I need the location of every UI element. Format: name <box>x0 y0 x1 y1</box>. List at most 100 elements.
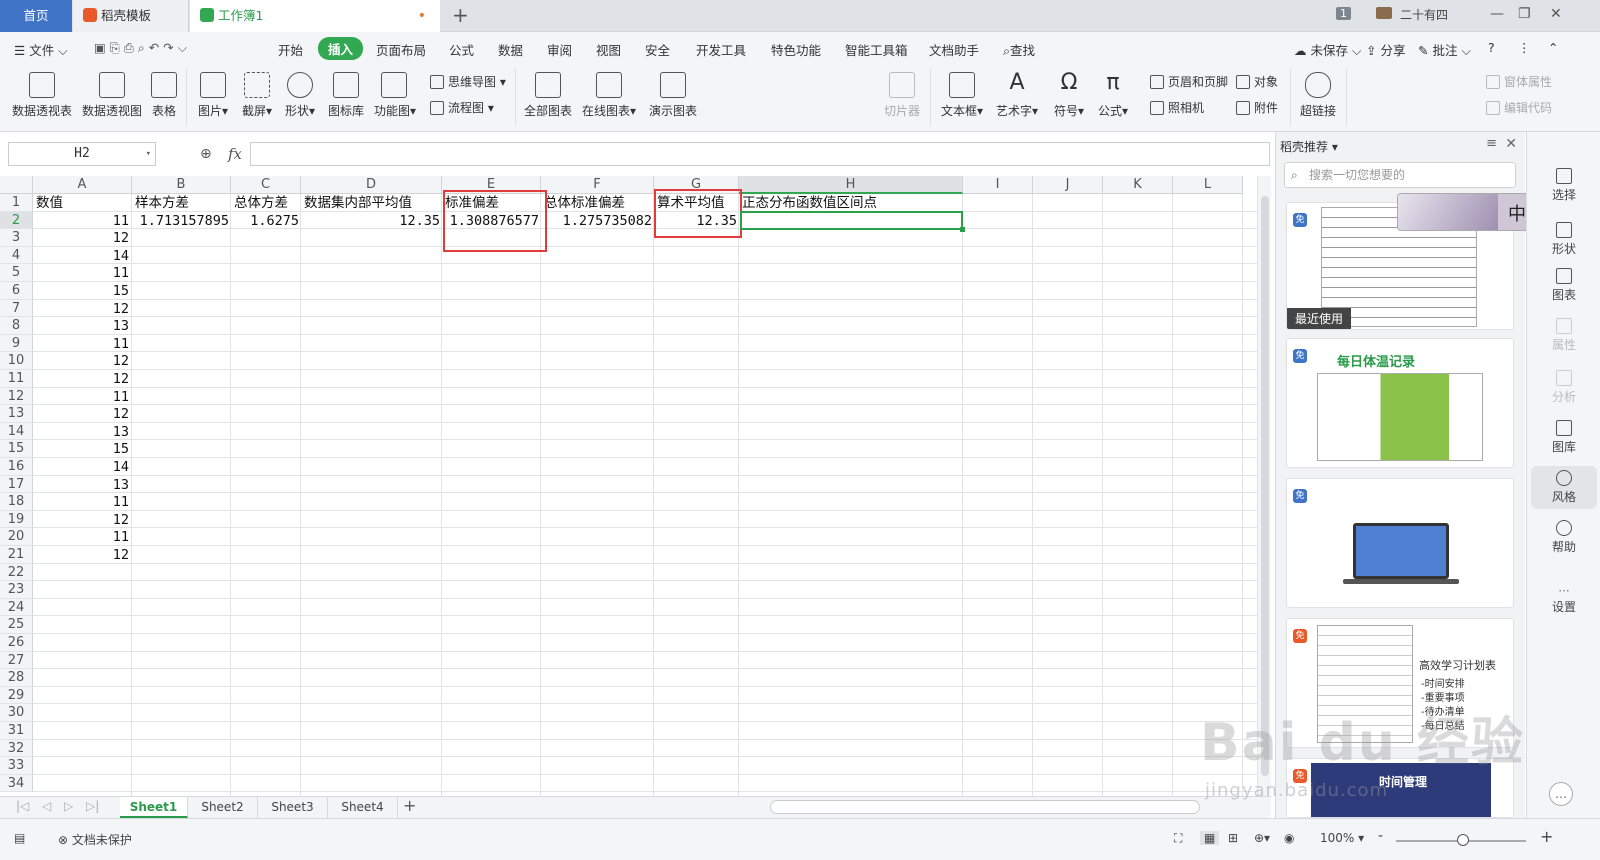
template-card-temperature[interactable]: 免 每日体温记录 <box>1286 338 1514 468</box>
menu-formula[interactable]: 公式 <box>449 40 474 59</box>
sidebar-item-settings[interactable]: ··· 设置 <box>1527 584 1600 615</box>
textbox-button[interactable]: 文本框▾ <box>940 72 984 119</box>
column-header-J[interactable]: J <box>1033 176 1103 194</box>
row-header-14[interactable]: 14 <box>0 422 33 441</box>
shape-button[interactable]: 形状▾ <box>283 72 317 119</box>
row-header-1[interactable]: 1 <box>0 194 33 212</box>
unsaved-button[interactable]: ☁ 未保存 ⌵ <box>1294 40 1361 59</box>
formula-input[interactable] <box>250 142 1270 166</box>
sidebar-item-chart[interactable]: 图表 <box>1527 268 1600 303</box>
more-icon[interactable]: ⋮ <box>1518 40 1531 55</box>
zoom-slider-knob[interactable] <box>1457 834 1469 846</box>
row-header-30[interactable]: 30 <box>0 704 33 722</box>
row-header-16[interactable]: 16 <box>0 458 33 476</box>
quick-access-icons[interactable]: ▣ ⎘ ⎙ ⌕ ↶ ↷ ⌵ <box>94 40 187 56</box>
cell-H1[interactable]: 正态分布函数值区间点 <box>740 194 877 212</box>
row-header-19[interactable]: 19 <box>0 510 33 529</box>
wordart-button[interactable]: A 艺术字▾ <box>996 72 1038 119</box>
row-header-33[interactable]: 33 <box>0 757 33 775</box>
row-header-3[interactable]: 3 <box>0 229 33 247</box>
sheet-tab-4[interactable]: Sheet4 <box>328 797 398 818</box>
row-header-12[interactable]: 12 <box>0 387 33 406</box>
cell-B2[interactable]: 1.713157895 <box>133 212 231 230</box>
cell-A11[interactable]: 12 <box>33 370 131 388</box>
column-header-K[interactable]: K <box>1103 176 1173 194</box>
scrollbar-thumb[interactable] <box>1261 196 1269 776</box>
next-sheet-icon[interactable]: ▷ <box>64 799 73 813</box>
cell-A18[interactable]: 11 <box>33 493 131 511</box>
row-header-29[interactable]: 29 <box>0 686 33 705</box>
row-header-4[interactable]: 4 <box>0 246 33 265</box>
column-header-H[interactable]: H <box>739 176 963 194</box>
row-header-25[interactable]: 25 <box>0 616 33 634</box>
sidebar-item-shape[interactable]: 形状 <box>1527 222 1600 257</box>
picture-button[interactable]: 图片▾ <box>196 72 230 119</box>
row-header-24[interactable]: 24 <box>0 598 33 617</box>
column-header-L[interactable]: L <box>1173 176 1243 194</box>
row-header-27[interactable]: 27 <box>0 651 33 670</box>
window-count-badge[interactable]: 1 <box>1336 6 1351 20</box>
tab-workbook1[interactable]: 工作簿1 • <box>190 0 440 32</box>
sheet-tab-2[interactable]: Sheet2 <box>188 797 258 818</box>
reading-view-icon[interactable]: ⊕▾ <box>1254 831 1270 845</box>
tab-home[interactable]: 首页 <box>0 0 72 32</box>
sheet-tab-3[interactable]: Sheet3 <box>258 797 328 818</box>
help-icon[interactable]: ? <box>1488 40 1495 55</box>
sidebar-item-help[interactable]: 帮助 <box>1527 520 1600 555</box>
sidebar-item-properties[interactable]: 属性 <box>1527 318 1600 353</box>
protect-status[interactable]: ⊗ 文档未保护 <box>58 831 132 848</box>
row-header-6[interactable]: 6 <box>0 282 33 300</box>
row-header-32[interactable]: 32 <box>0 739 33 758</box>
cell-A13[interactable]: 12 <box>33 405 131 423</box>
menu-view[interactable]: 视图 <box>596 40 621 59</box>
formula-button[interactable]: π 公式▾ <box>1096 72 1130 119</box>
screenshot-button[interactable]: 截屏▾ <box>240 72 274 119</box>
cell-A15[interactable]: 15 <box>33 440 131 458</box>
search-button[interactable]: ⌕查找 <box>1003 40 1035 59</box>
camera-button[interactable]: 照相机 <box>1150 99 1204 116</box>
chat-bubble-icon[interactable]: … <box>1549 782 1573 806</box>
header-footer-button[interactable]: 页眉和页脚 <box>1150 73 1228 90</box>
zoom-formula-icon[interactable]: ⊕ <box>200 146 212 162</box>
eye-protect-icon[interactable]: ◉ <box>1284 831 1294 845</box>
menu-insert[interactable]: 插入 <box>318 37 364 60</box>
cell-A21[interactable]: 12 <box>33 546 131 564</box>
menu-doc-assistant[interactable]: 文档助手 <box>929 40 979 59</box>
row-header-7[interactable]: 7 <box>0 299 33 318</box>
normal-view-icon[interactable]: ▦ <box>1200 831 1220 845</box>
page-break-view-icon[interactable]: ⊞ <box>1228 831 1238 845</box>
panel-close-icon[interactable]: ✕ <box>1505 136 1517 152</box>
fill-handle[interactable] <box>960 227 965 232</box>
object-button[interactable]: 对象 <box>1236 73 1278 90</box>
cell-F2[interactable]: 1.275735082 <box>542 212 654 230</box>
minimize-icon[interactable]: — <box>1490 6 1504 22</box>
fx-button[interactable]: fx <box>228 145 242 163</box>
panel-menu-icon[interactable]: ≡ <box>1486 136 1497 151</box>
cell-D2[interactable]: 12.35 <box>302 212 442 230</box>
panel-search-input[interactable]: ⌕ 搜索一切您想要的 <box>1284 162 1516 188</box>
row-header-28[interactable]: 28 <box>0 669 33 687</box>
zoom-in-button[interactable]: + <box>1540 827 1553 846</box>
cell-A19[interactable]: 12 <box>33 511 131 529</box>
row-header-20[interactable]: 20 <box>0 528 33 546</box>
row-header-34[interactable]: 34 <box>0 774 33 793</box>
cell-A7[interactable]: 12 <box>33 300 131 318</box>
add-sheet-icon[interactable]: + <box>403 796 416 815</box>
sidebar-item-gallery[interactable]: 图库 <box>1527 420 1600 455</box>
zoom-out-button[interactable]: - <box>1378 828 1383 844</box>
cell-A8[interactable]: 13 <box>33 317 131 335</box>
pivot-chart-button[interactable]: 数据透视图 <box>82 72 142 119</box>
column-header-A[interactable]: A <box>33 176 132 194</box>
sidebar-item-analysis[interactable]: 分析 <box>1527 370 1600 405</box>
row-header-23[interactable]: 23 <box>0 581 33 599</box>
cell-B1[interactable]: 样本方差 <box>133 194 189 212</box>
row-header-5[interactable]: 5 <box>0 264 33 282</box>
annotate-button[interactable]: ✎ 批注 ⌵ <box>1418 40 1471 59</box>
online-charts-button[interactable]: 在线图表▾ <box>582 72 636 119</box>
fullscreen-icon[interactable]: ⛶ <box>1174 831 1182 846</box>
select-all-corner[interactable] <box>0 176 33 194</box>
row-header-21[interactable]: 21 <box>0 546 33 564</box>
template-card-laptop[interactable]: 免 <box>1286 478 1514 608</box>
cell-A16[interactable]: 14 <box>33 458 131 476</box>
first-sheet-icon[interactable]: |◁ <box>16 799 29 813</box>
